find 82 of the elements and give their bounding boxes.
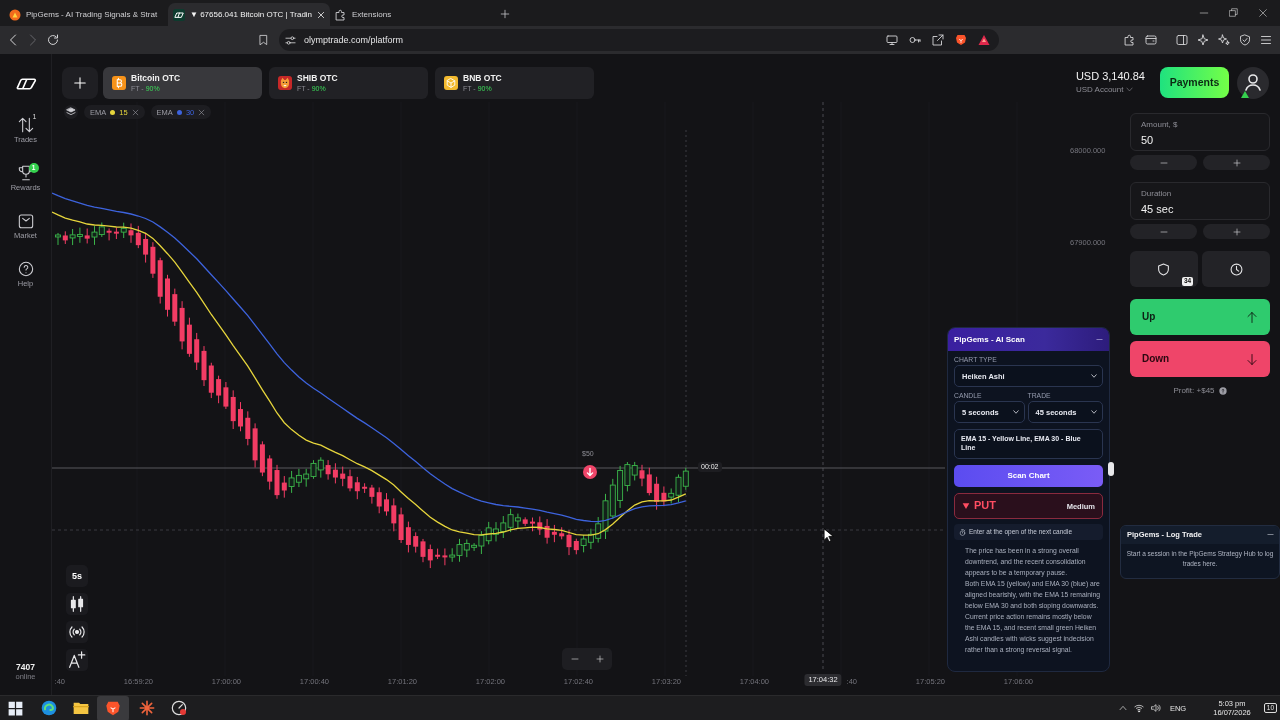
plus-icon (73, 76, 87, 90)
scan-button[interactable]: Scan Chart (954, 465, 1103, 487)
clock-button[interactable] (1202, 251, 1270, 287)
folder-icon[interactable] (73, 700, 89, 716)
profit-text: Profit: +$45 (1173, 386, 1215, 396)
flame-icon (9, 8, 21, 21)
broadcast-icon[interactable] (66, 621, 88, 643)
logo-icon (173, 8, 185, 21)
add-asset-button[interactable] (62, 67, 98, 99)
layers-icon[interactable] (64, 105, 78, 119)
amount-field[interactable]: Amount, $ 50 (1130, 113, 1270, 151)
reload-icon[interactable] (47, 34, 59, 46)
duration-field[interactable]: Duration 45 sec (1130, 182, 1270, 220)
coin-icon (112, 76, 126, 90)
browser-tab[interactable]: PipGems - AI Trading Signals & Strat (4, 3, 168, 26)
windows-icon[interactable] (8, 700, 23, 716)
chevron-down-icon (1013, 409, 1020, 415)
balance-amount: USD 3,140.84 (1075, 70, 1145, 84)
share-icon[interactable] (932, 34, 944, 46)
up-button[interactable]: Up (1130, 299, 1270, 335)
drawing-tool-icon[interactable] (66, 649, 88, 671)
wifi-icon[interactable] (1133, 703, 1144, 713)
restore-icon[interactable] (1229, 8, 1238, 17)
bookmark-icon[interactable] (258, 34, 269, 46)
panel-title: PipGems - AI Scan (954, 334, 1025, 345)
arrow-down-icon (1246, 352, 1258, 366)
plus-icon[interactable] (500, 9, 510, 19)
chevron-up-icon[interactable] (1118, 704, 1127, 712)
wallet-icon[interactable] (1145, 34, 1157, 46)
zoom-in-button[interactable] (587, 648, 612, 670)
stars-icon[interactable] (1218, 34, 1230, 46)
minimize-icon[interactable] (1096, 336, 1103, 343)
sparkle-icon[interactable] (1197, 34, 1209, 46)
plus-icon (1232, 227, 1241, 236)
plus-icon (1232, 158, 1241, 167)
avatar-icon[interactable] (1237, 67, 1269, 99)
down-button[interactable]: Down (1130, 341, 1270, 377)
candlestick-icon[interactable] (66, 593, 88, 615)
screen-icon[interactable] (886, 34, 898, 46)
arrow-up-icon (1246, 310, 1258, 324)
chevron-down-icon (1091, 373, 1097, 379)
payments-button[interactable]: Payments (1160, 67, 1229, 98)
back-icon[interactable] (7, 34, 19, 46)
clock-icon (1229, 262, 1243, 276)
account-selector[interactable]: USD Account (1075, 85, 1145, 95)
plus-icon (595, 655, 604, 663)
logo-icon[interactable] (14, 76, 37, 90)
tune-icon[interactable] (285, 34, 296, 46)
sidebar-icon[interactable] (1176, 34, 1188, 46)
online-count: 7407 (16, 661, 35, 672)
puzzle-icon (335, 8, 347, 21)
minus-icon (570, 655, 579, 663)
browser-icon[interactable] (41, 700, 57, 716)
arrows-icon (17, 117, 34, 133)
timer-icon (959, 528, 966, 536)
mouse-cursor-icon (823, 528, 834, 543)
zoom-out-button[interactable] (562, 648, 587, 670)
key-icon[interactable] (909, 34, 921, 46)
triangle-icon[interactable] (978, 34, 990, 46)
cube-icon (444, 76, 458, 90)
signal-label: PUT (974, 499, 996, 513)
chevron-down-icon (1126, 86, 1134, 94)
help-icon[interactable] (1218, 386, 1227, 395)
dog-face-icon (278, 76, 292, 90)
shield-icon[interactable] (1239, 34, 1251, 46)
help-icon (17, 261, 34, 277)
speaker-icon[interactable] (1150, 703, 1161, 713)
timeframe-button[interactable]: 5s (66, 565, 88, 587)
chevron-down-icon (1091, 409, 1097, 415)
bag-icon (17, 213, 34, 229)
address-bar[interactable]: olymptrade.com/platform (279, 29, 999, 51)
lion-icon[interactable] (955, 34, 967, 46)
lion-icon[interactable] (97, 695, 129, 720)
asterisk-icon[interactable] (139, 700, 155, 716)
gauge-icon[interactable] (171, 700, 187, 716)
panel-handle[interactable] (1108, 462, 1114, 476)
puzzle-icon[interactable] (1124, 34, 1136, 46)
menu-icon[interactable] (1260, 34, 1272, 46)
triangle-down-icon (962, 502, 970, 510)
shield-icon (1157, 262, 1171, 276)
browser-tab[interactable]: Extensions (330, 3, 500, 26)
browser-tab[interactable]: ▼ 67656.041 Bitcoin OTC | Tradin (168, 3, 330, 26)
